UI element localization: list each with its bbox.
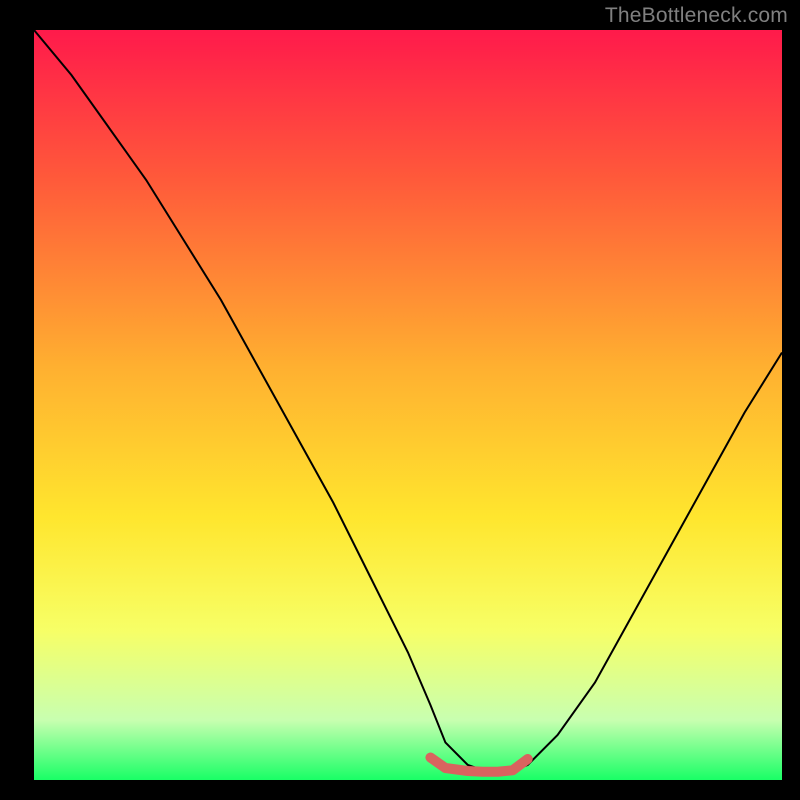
plot-background bbox=[34, 30, 782, 780]
chart-frame: TheBottleneck.com bbox=[0, 0, 800, 800]
bottleneck-chart bbox=[0, 0, 800, 800]
watermark-text: TheBottleneck.com bbox=[605, 4, 788, 28]
